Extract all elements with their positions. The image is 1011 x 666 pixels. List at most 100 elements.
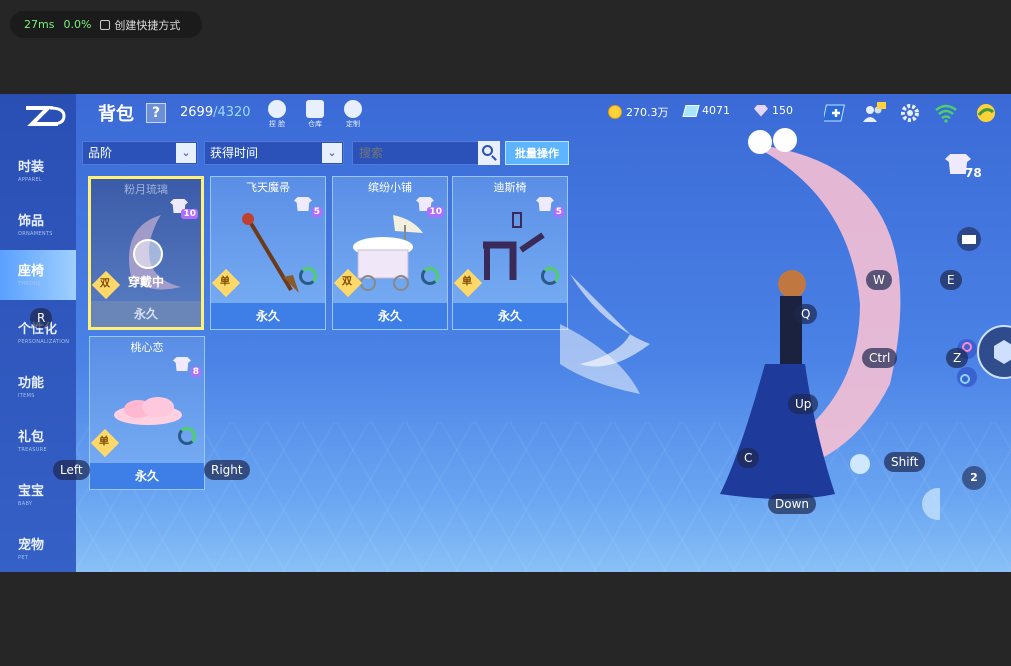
game-viewport: 时装 APPAREL 饰品 ORNAMENTS 座椅 THRONE 个性化 PE… — [0, 94, 1011, 572]
progress-ring-icon — [178, 427, 196, 445]
key-hint-left: Left — [53, 460, 90, 480]
sidebar-item-sublabel: TREASURE — [18, 447, 47, 453]
sort-dropdown[interactable]: 获得时间 ⌄ — [204, 141, 344, 165]
page-title: 背包 — [98, 104, 134, 125]
custom-button[interactable]: 定制 — [340, 100, 366, 129]
diamond-currency: 150 — [754, 104, 793, 117]
sidebar-item-label: 礼包 — [18, 430, 45, 445]
item-card[interactable]: 缤纷小铺 10 双 永久 — [332, 176, 448, 330]
gold-currency: 270.3万 — [608, 104, 669, 120]
item-card[interactable]: 桃心恋 8 单 永久 — [89, 336, 205, 490]
create-shortcut-button[interactable]: 创建快捷方式 — [100, 17, 180, 33]
item-duration: 永久 — [333, 303, 447, 329]
male-gender-icon[interactable] — [956, 366, 978, 388]
character-preview[interactable] — [560, 124, 940, 554]
wardrobe-button[interactable]: 78 — [945, 154, 995, 184]
sidebar-item-treasure[interactable]: 礼包 TREASURE — [0, 416, 76, 466]
sidebar-item-label: 时装 — [18, 160, 45, 175]
coin-icon — [608, 105, 622, 119]
custom-icon — [344, 100, 362, 118]
sidebar-item-label: 座椅 — [18, 264, 45, 279]
search-icon — [482, 145, 493, 156]
key-hint-shift: Shift — [884, 452, 926, 472]
create-shortcut-label: 创建快捷方式 — [114, 18, 181, 32]
item-name: 粉月琉璃 — [124, 183, 168, 196]
sidebar-item-sublabel: THRONE — [18, 281, 41, 287]
sidebar-item-sublabel: ITEMS — [18, 393, 35, 399]
item-name: 桃心恋 — [130, 341, 164, 354]
sidebar-item-label: 饰品 — [18, 214, 45, 229]
sidebar-item-sublabel: BABY — [18, 501, 33, 507]
key-hint-w: W — [866, 270, 892, 290]
item-capacity: /4320 — [213, 105, 251, 120]
item-name: 飞天魔帚 — [246, 181, 290, 194]
chevron-down-icon: ⌄ — [322, 143, 342, 163]
dye-label: 捏 脸 — [268, 120, 286, 128]
chevron-down-icon: ⌄ — [176, 143, 196, 163]
perf-overlay: 27ms 0.0% 创建快捷方式 — [10, 11, 202, 38]
sidebar-item-sublabel: PET — [18, 555, 29, 561]
sidebar-item-sublabel: ORNAMENTS — [18, 231, 53, 237]
sidebar-item-apparel[interactable]: 时装 APPAREL — [0, 146, 76, 196]
item-duration: 永久 — [453, 303, 567, 329]
game-logo-icon — [26, 106, 66, 126]
sidebar-item-items[interactable]: 功能 ITEMS — [0, 362, 76, 412]
seat-type: 单 — [461, 276, 472, 288]
item-name: 缤纷小铺 — [368, 181, 412, 194]
key-hint-z: Z — [946, 348, 969, 368]
grade-dropdown-value: 品阶 — [88, 146, 113, 160]
bag-capacity: 2699/4320 — [180, 105, 251, 120]
grade-dropdown[interactable]: 品阶 ⌄ — [82, 141, 198, 165]
category-sidebar: 时装 APPAREL 饰品 ORNAMENTS 座椅 THRONE 个性化 PE… — [0, 94, 76, 572]
add-icon[interactable] — [824, 102, 848, 124]
search-button[interactable] — [478, 141, 500, 165]
dye-button[interactable]: 捏 脸 — [264, 100, 290, 129]
sidebar-item-ornaments[interactable]: 饰品 ORNAMENTS — [0, 200, 76, 250]
action-joystick-icon[interactable] — [976, 324, 1011, 380]
sidebar-item-throne[interactable]: 座椅 THRONE — [0, 250, 76, 300]
warehouse-label: 仓库 — [308, 120, 322, 128]
key-hint-up: Up — [788, 394, 819, 414]
ticket-currency: 4071 — [682, 104, 730, 117]
warehouse-icon — [306, 100, 324, 118]
seat-type: 双 — [99, 278, 110, 290]
dye-icon — [268, 100, 286, 118]
ticket-amount: 4071 — [702, 104, 730, 117]
key-hint-right: Right — [204, 460, 250, 480]
diamond-amount: 150 — [772, 104, 793, 117]
slot-badge[interactable]: 2 — [962, 466, 986, 490]
equipped-shirt-icon — [133, 239, 163, 269]
gear-icon[interactable] — [898, 102, 922, 124]
progress-ring-icon — [421, 267, 439, 285]
seat-type: 双 — [341, 276, 352, 288]
item-card[interactable]: 飞天魔帚 5 单 永久 — [210, 176, 326, 330]
warehouse-button[interactable]: 仓库 — [302, 100, 328, 129]
seat-type: 单 — [98, 436, 109, 448]
wifi-icon — [935, 104, 957, 123]
sidebar-item-label: 宠物 — [18, 538, 45, 553]
key-hint-e: E — [940, 270, 962, 290]
help-button[interactable]: ? — [146, 103, 166, 123]
item-duration: 永久 — [211, 303, 325, 329]
seat-type: 单 — [219, 276, 230, 288]
gold-amount: 270.3万 — [626, 106, 669, 119]
key-hint-ctrl: Ctrl — [862, 348, 898, 368]
sidebar-item-pet[interactable]: 宠物 PET — [0, 524, 76, 572]
item-card[interactable]: 迪斯椅 5 单 永久 — [452, 176, 568, 330]
item-card[interactable]: 粉月琉璃 10 穿戴中 双 永久 — [88, 176, 204, 330]
key-hint-r: R — [30, 308, 53, 328]
photo-icon[interactable] — [956, 226, 982, 252]
sidebar-item-sublabel: PERSONALIZATION — [18, 339, 70, 345]
friends-icon[interactable] — [862, 102, 886, 124]
key-hint-c: C — [737, 448, 760, 468]
item-duration: 永久 — [90, 463, 204, 489]
wardrobe-level: 78 — [965, 166, 982, 180]
shortcut-icon — [100, 19, 111, 30]
status-orb-icon — [977, 104, 995, 122]
ticket-icon — [682, 104, 700, 117]
key-hint-q: Q — [794, 304, 818, 324]
progress-ring-icon — [299, 267, 317, 285]
custom-label: 定制 — [346, 120, 360, 128]
key-hint-down: Down — [768, 494, 817, 514]
item-name: 迪斯椅 — [493, 181, 527, 194]
